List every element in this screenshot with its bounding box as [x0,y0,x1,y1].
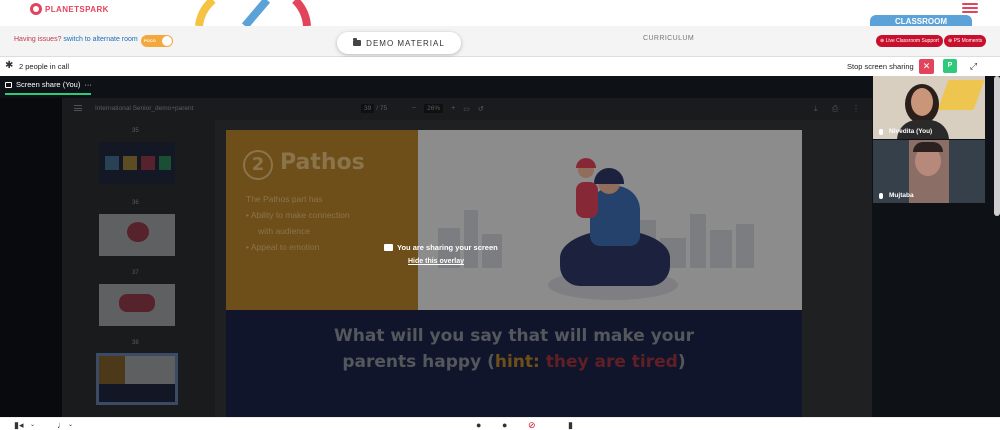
leave-call-icon[interactable]: ▮ [568,421,573,430]
zoom-controls: − 26% + ▭ ↺ [412,104,484,113]
issues-label: Having issues? [14,36,62,43]
rotate-icon[interactable]: ↺ [478,105,484,113]
decorative-arcs [195,0,311,26]
thumbnail-page-selected[interactable] [96,353,178,405]
participant-name: Mujtaba [889,192,914,199]
demo-material-label: DEMO MATERIAL [366,38,445,48]
thumbnail-panel: 35 36 37 38 [62,120,215,417]
sharing-overlay-text: You are sharing your screen [397,243,498,252]
curriculum-tab[interactable]: CURRICULUM [643,35,694,42]
meeting-stage: Screen share (You) ··· International Sen… [0,76,1000,417]
call-bar: ✱ 2 people in call Stop screen sharing ✕… [0,57,1000,76]
raise-hand-icon[interactable]: ● [476,421,481,430]
pdf-toolbar: International Senior_demo+parent 39/ 75 … [62,98,872,120]
monitor-icon [384,244,393,251]
participant-tile[interactable]: Mujtaba [873,140,985,203]
mic-options-chevron-icon[interactable]: ⌄ [68,421,73,430]
presentation-slide: 2 Pathos The Pathos part has • Ability t… [226,130,802,417]
slide-line: • Ability to make connection [246,210,350,220]
more-vert-icon[interactable]: ⋮ [852,104,860,113]
camera-icon[interactable]: ▮◂ [14,421,23,430]
thumbnail-page[interactable] [99,142,175,184]
more-options-icon[interactable]: ··· [84,80,92,89]
expand-icon[interactable]: ⤢ [966,59,981,74]
screen-share-tab[interactable]: Screen share (You) ··· [5,80,92,89]
thumbnail-page[interactable] [99,214,175,256]
mic-icon [879,129,883,135]
page-indicator: 39/ 75 [361,104,398,115]
thumbnail-number: 38 [132,340,139,346]
question-hint: hint: [494,352,540,372]
slide-number: 2 [243,150,273,180]
issues-text: Having issues? switch to alternate room [14,36,138,43]
document-title: International Senior_demo+parent [95,105,194,112]
logo-text: PLANETSPARK [45,4,109,14]
bottom-toolbar: ▮◂ ⌄ ♩ ⌄ ● ● ⊘ ▮ [0,417,1000,430]
microphone-icon[interactable]: ♩ [57,421,66,430]
menu-icon[interactable] [74,105,82,111]
slide-question-line2: parents happy (hint: they are tired) [226,352,802,372]
live-support-button[interactable]: ⊕ Live Classroom Support [876,35,943,47]
reactions-icon[interactable]: ● [502,421,507,430]
hamburger-menu-icon[interactable] [962,3,978,14]
participant-badge[interactable]: P [943,59,957,73]
people-in-call: 2 people in call [19,62,70,71]
hide-overlay-link[interactable]: Hide this overlay [408,258,464,265]
planet-icon [30,3,42,15]
zoom-out-icon[interactable]: − [412,105,416,112]
demo-material-button[interactable]: DEMO MATERIAL [337,32,461,54]
slide-heading: Pathos [280,150,365,175]
print-icon[interactable]: ⎙ [832,104,838,114]
zoom-in-icon[interactable]: + [451,105,455,112]
planetspark-logo[interactable]: PLANETSPARK [30,3,109,15]
thumbnail-number: 35 [132,128,139,134]
slide-line: • Appeal to emotion [246,242,320,252]
slide-line: The Pathos part has [246,194,323,204]
scrollbar[interactable] [994,76,1000,216]
live-support-label: Live Classroom Support [885,38,939,44]
screen-share-label: Screen share (You) [16,80,81,89]
alternate-room-link[interactable]: switch to alternate room [63,36,137,43]
folder-icon [353,38,362,46]
top-bar: PLANETSPARK CLASSROOM [0,0,1000,28]
slide-left-panel: 2 Pathos The Pathos part has • Ability t… [226,130,418,310]
slide-question-line1: What will you say that will make your [334,326,694,346]
thumbnail-page[interactable] [99,284,175,326]
download-icon[interactable]: ⤓ [814,104,818,114]
slide-illustration [418,130,802,310]
participant-tile[interactable]: Nivedita (You) [873,76,985,139]
toggle-label: POCO [144,38,156,43]
page-input[interactable]: 39 [361,104,375,113]
room-toggle[interactable]: POCO [141,35,173,47]
active-tab-indicator [5,93,91,95]
screen-icon [5,81,12,88]
question-text: parents happy ( [342,352,495,372]
thumbnail-number: 36 [132,200,139,206]
slide-line: with audience [258,226,310,236]
participant-name: Nivedita (You) [889,128,933,135]
gear-icon[interactable]: ✱ [5,61,13,71]
page-total: / 75 [376,105,388,112]
fit-page-icon[interactable]: ▭ [463,105,470,113]
toggle-knob [162,36,172,46]
pdf-viewer: International Senior_demo+parent 39/ 75 … [62,98,872,417]
stop-sharing-label: Stop screen sharing [847,62,914,71]
stop-sharing-button[interactable]: ✕ [919,59,934,74]
camera-options-chevron-icon[interactable]: ⌄ [30,421,35,430]
ps-moments-button[interactable]: ⊕ PS Moments [944,35,987,47]
issues-banner: Having issues? switch to alternate room … [0,26,1000,57]
sharing-overlay-message: You are sharing your screen [384,243,498,252]
stop-present-icon[interactable]: ⊘ [528,421,536,430]
zoom-level[interactable]: 26% [424,104,444,113]
question-end: ) [677,352,686,372]
ps-moments-label: PS Moments [953,38,983,44]
thumbnail-number: 37 [132,270,139,276]
question-tired: they are tired [539,352,678,372]
mic-icon [879,193,883,199]
